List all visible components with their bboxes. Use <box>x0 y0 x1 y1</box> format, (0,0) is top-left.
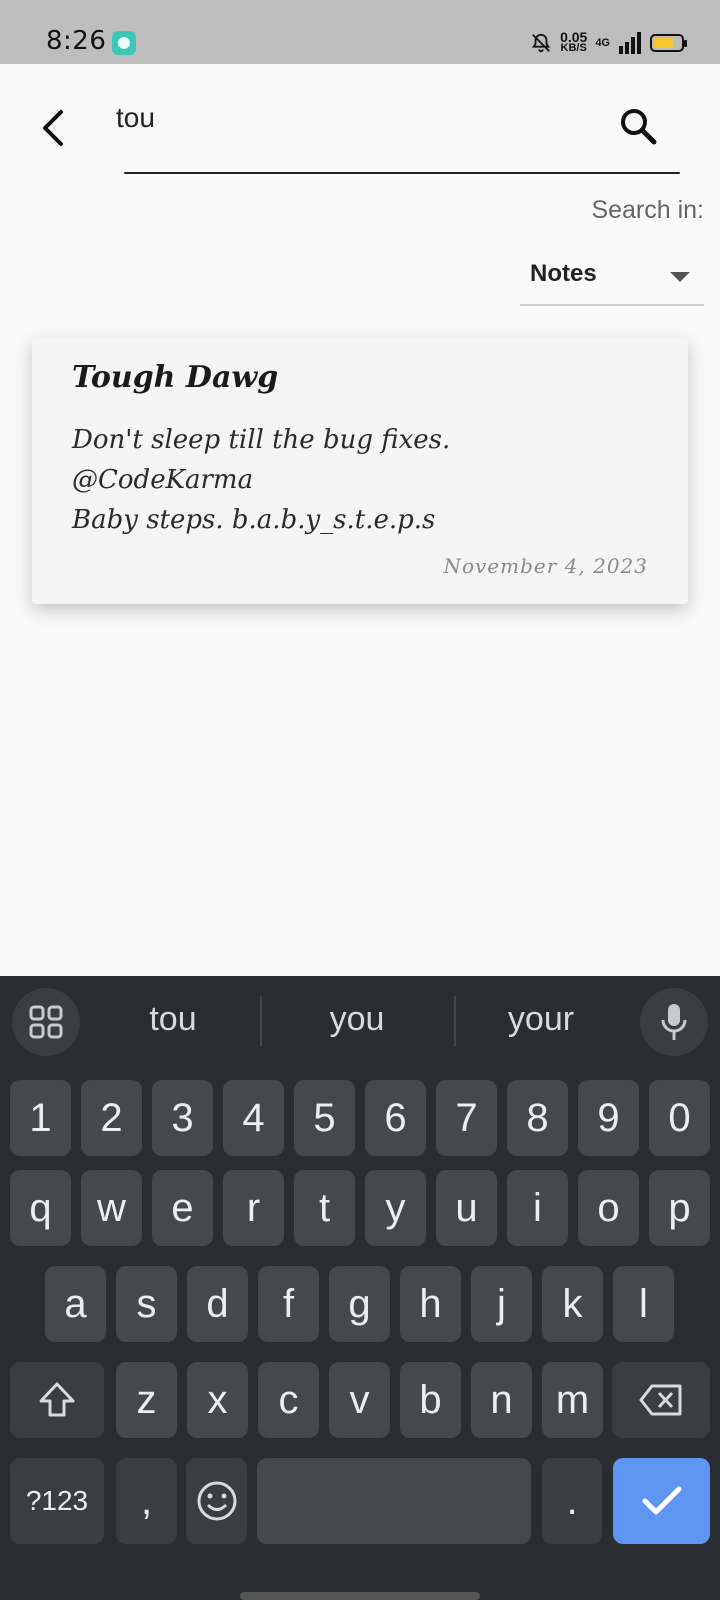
emoji-icon <box>197 1481 236 1521</box>
key-b[interactable]: b <box>400 1362 461 1438</box>
key-n[interactable]: n <box>471 1362 532 1438</box>
shift-key[interactable] <box>10 1362 104 1438</box>
key-3[interactable]: 3 <box>152 1080 213 1156</box>
back-button[interactable] <box>34 104 74 152</box>
key-d[interactable]: d <box>187 1266 248 1342</box>
key-o[interactable]: o <box>578 1170 639 1246</box>
voice-input-button[interactable] <box>640 988 708 1056</box>
key-a[interactable]: a <box>45 1266 106 1342</box>
note-body-line: Don't sleep till the bug fixes. <box>72 425 451 455</box>
key-1[interactable]: 1 <box>10 1080 71 1156</box>
microphone-icon <box>661 1004 687 1040</box>
key-0[interactable]: 0 <box>649 1080 710 1156</box>
network-type: 4G <box>595 37 610 49</box>
battery-fill <box>654 38 673 48</box>
note-body: Don't sleep till the bug fixes. @CodeKar… <box>72 420 450 540</box>
grid-icon <box>29 1005 63 1039</box>
symbols-key[interactable]: ?123 <box>10 1458 104 1544</box>
note-card[interactable]: Tough Dawg Don't sleep till the bug fixe… <box>32 338 688 604</box>
suggestion-bar: tou you your <box>0 976 720 1068</box>
search-scope-dropdown[interactable]: Notes <box>520 248 704 306</box>
key-i[interactable]: i <box>507 1170 568 1246</box>
key-h[interactable]: h <box>400 1266 461 1342</box>
status-time: 8:26 <box>46 26 107 56</box>
key-s[interactable]: s <box>116 1266 177 1342</box>
battery-icon <box>650 34 687 52</box>
key-l[interactable]: l <box>613 1266 674 1342</box>
mute-bell-icon <box>532 33 551 53</box>
key-z[interactable]: z <box>116 1362 177 1438</box>
key-w[interactable]: w <box>81 1170 142 1246</box>
key-4[interactable]: 4 <box>223 1080 284 1156</box>
shift-icon <box>39 1382 75 1417</box>
key-7[interactable]: 7 <box>436 1080 497 1156</box>
search-icon <box>621 109 657 145</box>
caret-down-icon <box>670 272 690 282</box>
key-p[interactable]: p <box>649 1170 710 1246</box>
app-notification-icon <box>112 31 136 55</box>
dropdown-selected-value: Notes <box>530 260 597 287</box>
backspace-icon <box>639 1384 682 1416</box>
key-2[interactable]: 2 <box>81 1080 142 1156</box>
key-j[interactable]: j <box>471 1266 532 1342</box>
key-e[interactable]: e <box>152 1170 213 1246</box>
home-indicator <box>240 1592 480 1600</box>
soft-keyboard: tou you your 1234567890 qwertyuiop asdfghj… <box>0 976 720 1600</box>
key-u[interactable]: u <box>436 1170 497 1246</box>
note-body-line: @CodeKarma <box>72 465 254 495</box>
key-v[interactable]: v <box>329 1362 390 1438</box>
note-title: Tough Dawg <box>72 360 279 395</box>
key-x[interactable]: x <box>187 1362 248 1438</box>
search-underline <box>124 172 680 174</box>
suggestion-3[interactable]: your <box>456 1000 626 1039</box>
search-input[interactable]: tou <box>116 102 155 134</box>
search-in-label: Search in: <box>591 196 704 224</box>
backspace-key[interactable] <box>612 1362 710 1438</box>
emoji-key[interactable] <box>186 1458 247 1544</box>
search-button[interactable] <box>614 102 662 150</box>
suggestion-2[interactable]: you <box>272 1000 442 1039</box>
key-8[interactable]: 8 <box>507 1080 568 1156</box>
keyboard-menu-button[interactable] <box>12 988 80 1056</box>
key-6[interactable]: 6 <box>365 1080 426 1156</box>
key-t[interactable]: t <box>294 1170 355 1246</box>
enter-key[interactable] <box>613 1458 710 1544</box>
key-5[interactable]: 5 <box>294 1080 355 1156</box>
back-arrow-icon <box>43 110 63 146</box>
key-q[interactable]: q <box>10 1170 71 1246</box>
checkmark-icon <box>642 1486 681 1515</box>
suggestion-divider <box>260 996 262 1046</box>
status-icons: 0.05 KB/S 4G <box>530 28 687 58</box>
network-speed: 0.05 KB/S <box>560 30 587 54</box>
key-m[interactable]: m <box>542 1362 603 1438</box>
signal-icon <box>619 32 641 54</box>
dropdown-underline <box>520 304 704 306</box>
comma-key[interactable]: , <box>116 1458 177 1544</box>
note-body-line: Baby steps. b.a.b.y_s.t.e.p.s <box>72 505 436 535</box>
space-key[interactable] <box>257 1458 531 1544</box>
key-9[interactable]: 9 <box>578 1080 639 1156</box>
key-k[interactable]: k <box>542 1266 603 1342</box>
note-date: November 4, 2023 <box>443 554 648 578</box>
suggestion-1[interactable]: tou <box>88 1000 258 1039</box>
status-bar: 8:26 0.05 KB/S 4G <box>0 0 720 64</box>
key-g[interactable]: g <box>329 1266 390 1342</box>
key-c[interactable]: c <box>258 1362 319 1438</box>
key-y[interactable]: y <box>365 1170 426 1246</box>
key-r[interactable]: r <box>223 1170 284 1246</box>
key-f[interactable]: f <box>258 1266 319 1342</box>
period-key[interactable]: . <box>542 1458 602 1544</box>
speed-unit: KB/S <box>560 42 587 54</box>
